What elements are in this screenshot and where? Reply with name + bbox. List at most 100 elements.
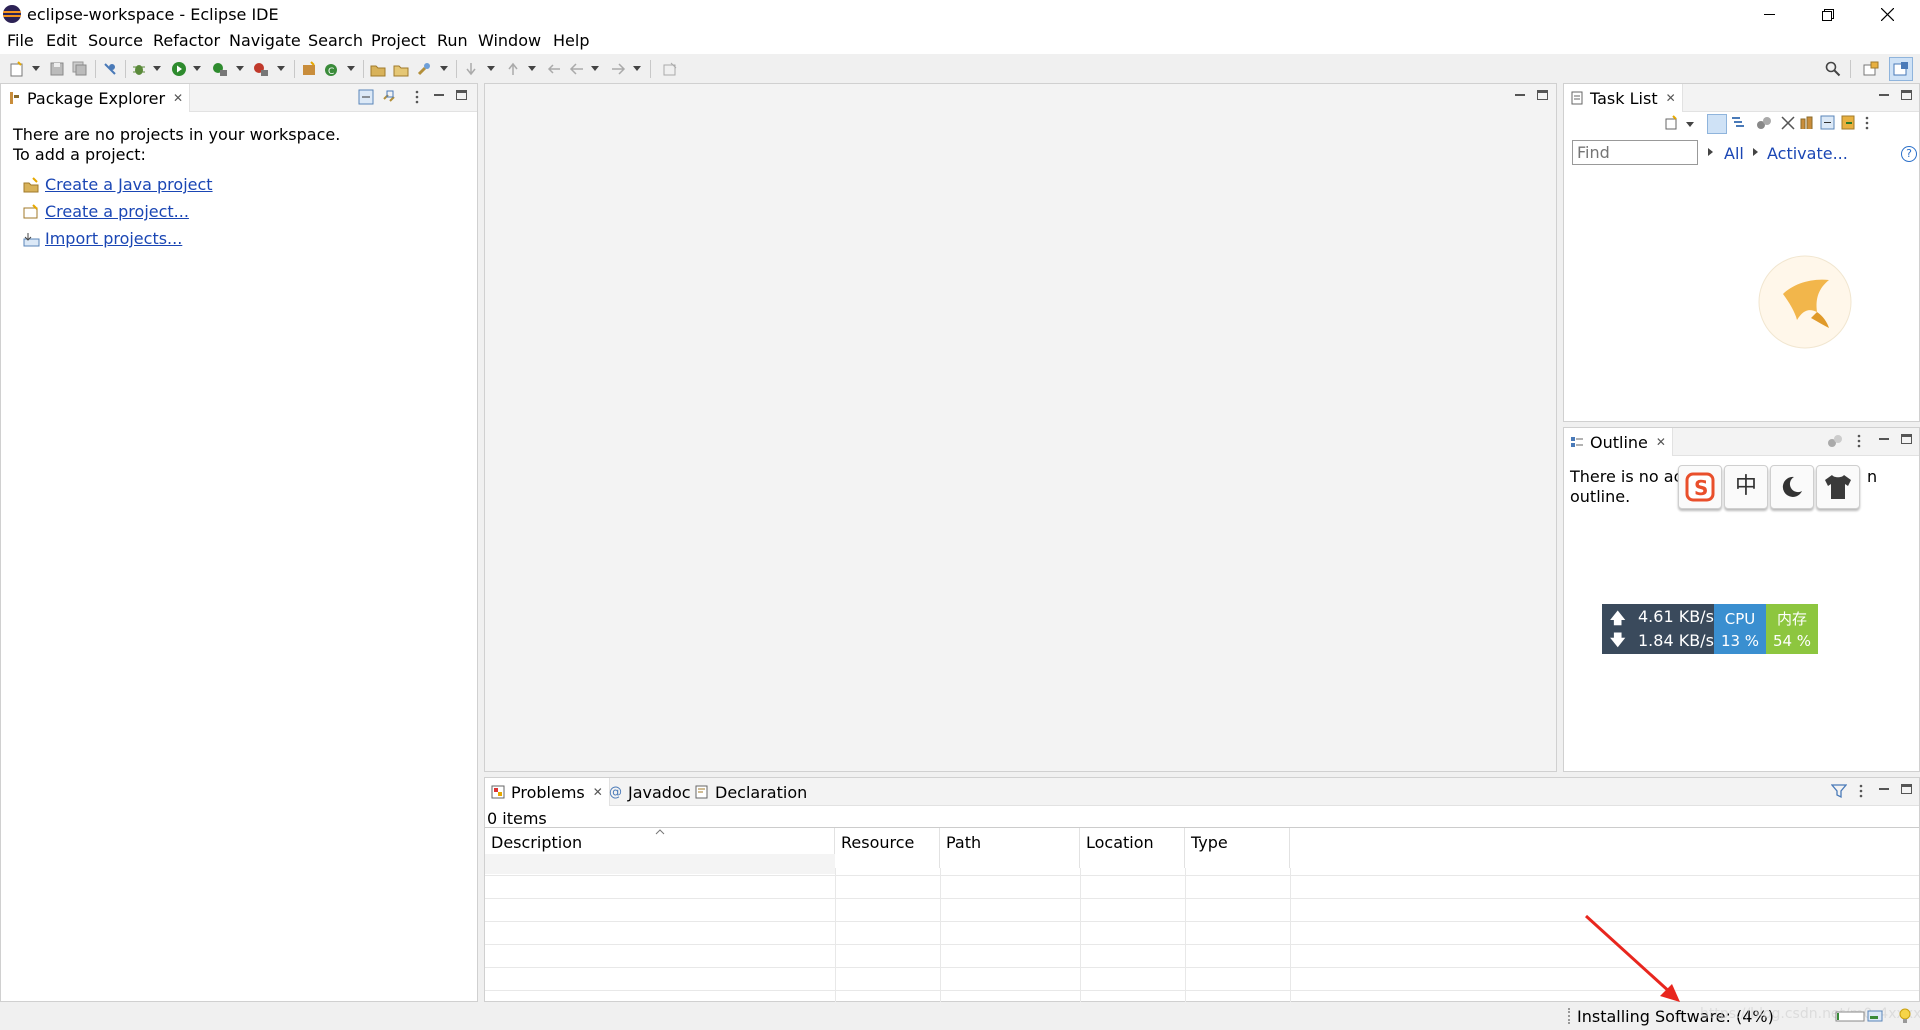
back-icon[interactable] [569,61,585,77]
column-location[interactable]: Location [1080,828,1185,868]
view-menu-icon[interactable] [414,89,420,105]
menu-run[interactable]: Run [437,31,468,50]
editor-maximize-icon[interactable] [1537,90,1548,100]
view-menu-icon[interactable] [1856,433,1862,449]
menu-source[interactable]: Source [88,31,143,50]
menu-navigate[interactable]: Navigate [229,31,301,50]
progress-view-icon[interactable] [1867,1008,1885,1024]
link-with-editor-icon[interactable] [382,89,398,105]
save-icon[interactable] [49,61,65,77]
open-type-icon[interactable] [370,61,386,77]
coverage-icon[interactable] [212,61,228,77]
new-task-icon[interactable] [1664,115,1680,131]
column-type[interactable]: Type [1185,828,1290,868]
import-projects-link[interactable]: Import projects... [45,229,182,248]
vip-bird-icon[interactable] [1757,254,1853,350]
new-java-class-icon[interactable]: C [324,61,340,77]
collapse-all-tasks-icon[interactable] [1820,115,1836,131]
tab-javadoc[interactable]: @ Javadoc [603,778,697,806]
punctuation-button[interactable] [1770,465,1814,509]
close-tab-icon[interactable]: ✕ [1656,435,1666,449]
menu-edit[interactable]: Edit [46,31,77,50]
minimize-icon[interactable] [1879,88,1889,96]
menu-refactor[interactable]: Refactor [153,31,220,50]
new-class-dropdown-icon[interactable] [347,66,355,71]
close-tab-icon[interactable]: ✕ [593,785,603,799]
task-find-input[interactable] [1572,140,1698,165]
search-icon[interactable] [1825,61,1841,77]
create-project-link[interactable]: Create a project... [45,202,189,221]
tab-declaration[interactable]: Declaration [689,778,813,806]
skip-breakpoints-icon[interactable] [102,61,118,77]
create-java-project-link[interactable]: Create a Java project [45,175,213,194]
open-perspective-icon[interactable] [1863,61,1879,77]
coverage-dropdown-icon[interactable] [236,66,244,71]
maximize-icon[interactable] [1901,434,1912,444]
next-annotation-dropdown-icon[interactable] [487,66,495,71]
next-annotation-icon[interactable] [463,61,479,77]
column-resource[interactable]: Resource [835,828,940,868]
save-all-icon[interactable] [72,61,88,77]
run-icon[interactable] [171,61,187,77]
minimize-icon[interactable] [1879,782,1889,790]
view-menu-icon[interactable] [1858,783,1864,799]
minimize-icon[interactable] [434,88,444,96]
new-task-dropdown-icon[interactable] [1686,122,1694,127]
menu-search[interactable]: Search [308,31,363,50]
pin-editor-icon[interactable] [662,61,678,77]
sogou-button[interactable]: S [1678,465,1722,509]
progress-indicator-icon[interactable] [1835,1008,1865,1024]
menu-window[interactable]: Window [478,31,541,50]
filter-completed-icon[interactable] [1780,115,1796,131]
outline-focus-icon[interactable] [1827,433,1843,449]
back-dropdown-icon[interactable] [591,66,599,71]
hide-subtasks-icon[interactable] [1799,115,1815,131]
close-window-button[interactable] [1858,0,1916,29]
close-tab-icon[interactable]: ✕ [173,91,183,105]
maximize-icon[interactable] [456,90,467,100]
collapse-all-icon[interactable] [358,89,374,105]
forward-icon[interactable] [610,61,626,77]
menu-help[interactable]: Help [553,31,589,50]
minimize-button[interactable] [1740,0,1798,29]
search-tool-icon[interactable] [416,61,432,77]
new-icon[interactable] [9,61,25,77]
menu-project[interactable]: Project [371,31,426,50]
focus-workweek-icon[interactable] [1756,115,1772,131]
tab-package-explorer[interactable]: Package Explorer ✕ [1,84,191,112]
tab-outline[interactable]: Outline ✕ [1564,428,1673,456]
editor-minimize-icon[interactable] [1515,88,1525,96]
open-task-icon[interactable] [393,61,409,77]
run-dropdown-icon[interactable] [193,66,201,71]
search-dropdown-icon[interactable] [440,66,448,71]
debug-icon[interactable] [131,61,147,77]
chinese-mode-button[interactable]: 中 [1724,465,1768,509]
previous-annotation-dropdown-icon[interactable] [528,66,536,71]
new-dropdown-icon[interactable] [32,66,40,71]
forward-dropdown-icon[interactable] [633,66,641,71]
debug-dropdown-icon[interactable] [153,66,161,71]
close-tab-icon[interactable]: ✕ [1666,91,1676,105]
help-icon[interactable]: ? [1901,146,1917,162]
categorized-button[interactable] [1707,114,1727,134]
previous-annotation-icon[interactable] [505,61,521,77]
minimize-icon[interactable] [1879,432,1889,440]
all-categories-link[interactable]: All [1724,144,1744,163]
java-perspective-button[interactable] [1889,57,1913,81]
new-java-package-icon[interactable] [301,61,317,77]
menu-file[interactable]: File [7,31,34,50]
maximize-icon[interactable] [1901,90,1912,100]
restore-button[interactable] [1799,0,1857,29]
tab-problems[interactable]: Problems ✕ [485,778,610,806]
synchronize-icon[interactable] [1841,115,1857,131]
external-tools-icon[interactable] [253,61,269,77]
tip-lightbulb-icon[interactable] [1897,1008,1913,1024]
maximize-icon[interactable] [1901,784,1912,794]
column-path[interactable]: Path [940,828,1080,868]
scheduled-icon[interactable] [1730,115,1746,131]
skin-button[interactable] [1816,465,1860,509]
external-tools-dropdown-icon[interactable] [277,66,285,71]
last-edit-location-icon[interactable] [546,61,562,77]
tab-task-list[interactable]: Task List ✕ [1564,84,1683,112]
activate-task-link[interactable]: Activate... [1767,144,1848,163]
